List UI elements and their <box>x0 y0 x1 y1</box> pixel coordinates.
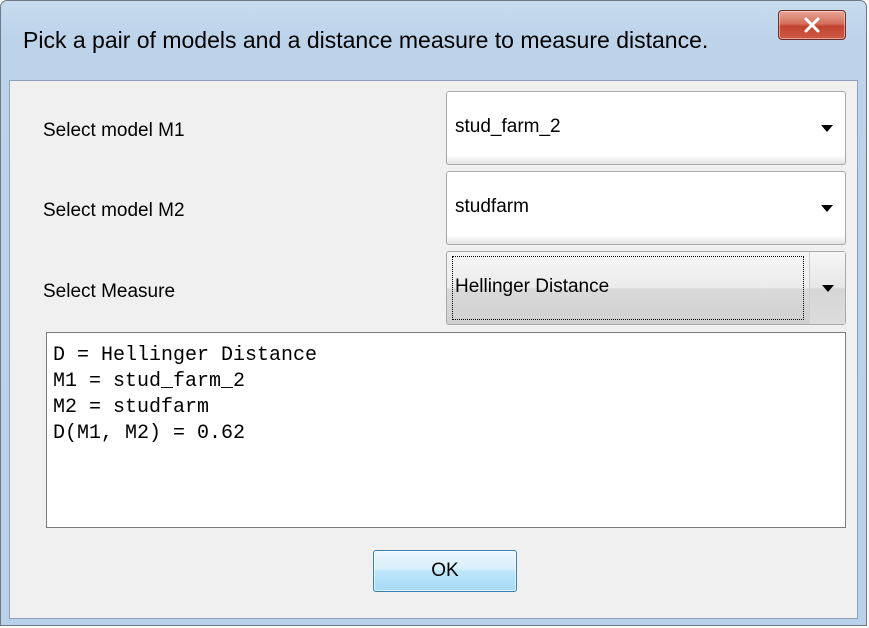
result-line: D(M1, M2) = 0.62 <box>53 422 246 445</box>
model-m1-dropdown-button[interactable] <box>809 92 845 164</box>
measure-value: Hellinger Distance <box>455 276 610 297</box>
measure-label: Select Measure <box>43 281 176 302</box>
chevron-down-icon <box>821 205 833 212</box>
dialog-window: Pick a pair of models and a distance mea… <box>0 0 867 626</box>
measure-select[interactable]: Hellinger Distance <box>446 251 846 325</box>
measure-dropdown-button[interactable] <box>809 252 845 324</box>
title-bar[interactable]: Pick a pair of models and a distance mea… <box>1 1 866 79</box>
model-m1-label: Select model M1 <box>43 120 185 141</box>
model-m1-select[interactable]: stud_farm_2 <box>446 91 846 165</box>
model-m2-dropdown-button[interactable] <box>809 172 845 244</box>
chevron-down-icon <box>821 125 833 132</box>
model-m1-value: stud_farm_2 <box>455 116 561 137</box>
model-m2-select[interactable]: studfarm <box>446 171 846 245</box>
close-x-icon <box>804 17 820 33</box>
window-title: Pick a pair of models and a distance mea… <box>23 27 709 53</box>
dialog-body: Select model M1 stud_farm_2 Select model… <box>9 80 858 619</box>
ok-button[interactable]: OK <box>373 550 517 592</box>
result-textarea[interactable]: D = Hellinger Distance M1 = stud_farm_2 … <box>46 332 846 528</box>
result-line: M2 = studfarm <box>53 396 210 419</box>
result-line: M1 = stud_farm_2 <box>53 370 246 393</box>
model-m2-value: studfarm <box>455 196 529 217</box>
close-button[interactable] <box>778 10 846 40</box>
model-m2-label: Select model M2 <box>43 200 185 221</box>
chevron-down-icon <box>822 285 834 292</box>
result-line: D = Hellinger Distance <box>53 344 318 367</box>
